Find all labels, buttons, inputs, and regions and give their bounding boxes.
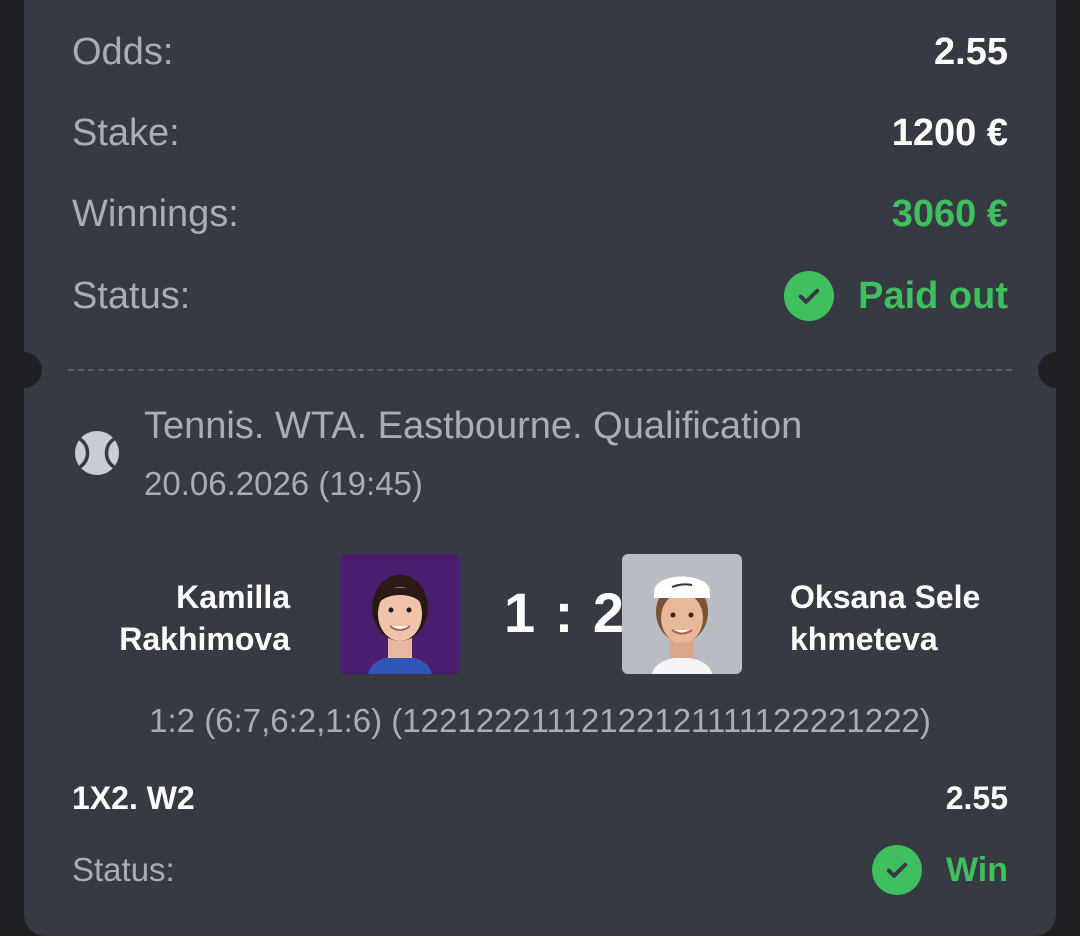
match-details: 1:2 (6:7,6:2,1:6) (122122211121221211111… <box>149 702 931 739</box>
bet-card: Odds: 2.55 Stake: 1200 € Winnings: 3060 … <box>24 0 1056 936</box>
ticket-notch-right <box>1038 352 1074 388</box>
stake-value: 1200 € <box>891 111 1008 154</box>
selection-status-indicator: Win <box>871 845 1008 895</box>
player-2-avatar <box>622 554 742 674</box>
stake-row: Stake: 1200 € <box>72 103 1008 163</box>
player-2-name-line1: Oksana Sele <box>790 579 981 615</box>
player-1-name-line1: Kamilla <box>176 579 290 615</box>
event-datetime: 20.06.2026 (19:45) <box>144 465 423 502</box>
selection-status-row: Status: Win <box>72 840 1008 900</box>
checkmark-icon <box>784 271 835 321</box>
event-info[interactable]: Tennis. WTA. Eastbourne. Qualification 2… <box>144 402 1016 508</box>
odds-value: 2.55 <box>934 30 1008 73</box>
odds-row: Odds: 2.55 <box>72 22 1008 82</box>
player-1-name-line2: Rakhimova <box>119 621 290 657</box>
status-row: Status: Paid out <box>72 266 1008 326</box>
player-2-name: Oksana Sele khmeteva <box>790 576 980 660</box>
player-1-avatar <box>340 554 460 674</box>
selection-status-value: Win <box>945 850 1008 889</box>
status-indicator: Paid out <box>784 271 1008 321</box>
market-name: 1X2. W2 <box>72 779 195 816</box>
selection-status-label: Status: <box>72 851 175 888</box>
selection-odds: 2.55 <box>945 779 1008 816</box>
checkmark-icon <box>871 845 922 895</box>
odds-label: Odds: <box>72 30 174 73</box>
tennis-ball-icon <box>75 431 119 475</box>
selection-row: 1X2. W2 2.55 <box>72 768 1008 828</box>
winnings-label: Winnings: <box>72 192 239 235</box>
ticket-divider <box>68 369 1012 371</box>
status-value: Paid out <box>858 274 1008 317</box>
player-2-name-line2: khmeteva <box>790 621 938 657</box>
status-label: Status: <box>72 274 191 317</box>
event-title: Tennis. WTA. Eastbourne. Qualification <box>144 405 803 447</box>
ticket-notch-left <box>6 352 42 388</box>
winnings-row: Winnings: 3060 € <box>72 184 1008 244</box>
stake-label: Stake: <box>72 111 180 154</box>
player-1-name: Kamilla Rakhimova <box>119 576 290 660</box>
winnings-value: 3060 € <box>891 192 1008 235</box>
